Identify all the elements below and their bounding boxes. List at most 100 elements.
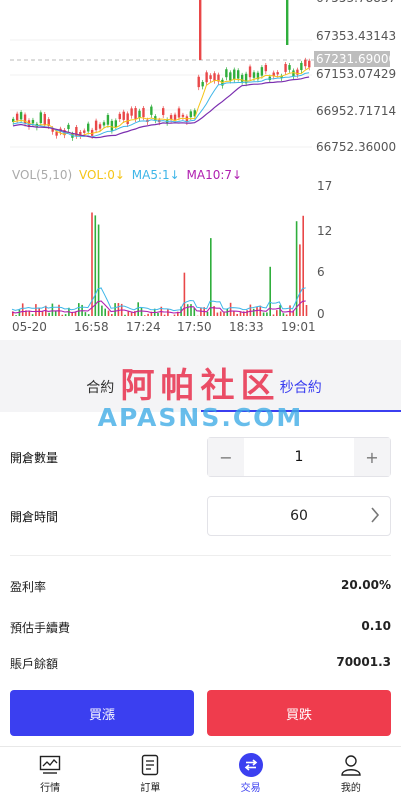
candle-body [233, 70, 235, 80]
candle-body [304, 60, 306, 66]
candle-body [107, 115, 109, 125]
candle-body [308, 61, 310, 68]
candle-body [225, 69, 227, 77]
volume-bar [78, 303, 80, 316]
candle-body [126, 113, 128, 124]
candle-body [119, 114, 121, 119]
candle-body [134, 108, 136, 119]
candle-body [182, 115, 184, 117]
quantity-value[interactable]: 1 [244, 449, 354, 465]
volume-bar [263, 312, 265, 316]
candle-body [265, 65, 267, 71]
time-label: 05-20 [12, 320, 47, 334]
volume-bar [250, 305, 252, 316]
volume-bar [35, 304, 37, 316]
candle-body [178, 108, 180, 117]
candle-body [32, 120, 34, 123]
candle-body [99, 124, 101, 128]
volume-bar [289, 305, 291, 316]
candle-body [115, 120, 117, 127]
volume-bar [246, 310, 248, 316]
candle-body [288, 65, 290, 70]
volume-bar [217, 313, 219, 316]
nav-label-profile: 我的 [341, 779, 361, 794]
candle-body [142, 108, 144, 117]
time-label-text: 開倉時間 [10, 508, 58, 525]
ma30-line [13, 77, 309, 138]
candle-body [229, 72, 231, 80]
candle-body [276, 72, 278, 74]
fee-row: 預估手續費 0.10 [10, 619, 391, 636]
time-picker[interactable]: 60 [207, 496, 391, 536]
volume-bar [230, 303, 232, 316]
candle-body [162, 108, 164, 115]
volume-bar [147, 314, 149, 316]
candle-body [253, 72, 255, 78]
volume-legend-ma5: MA5:1↓ [132, 168, 180, 182]
candle-body [123, 112, 125, 120]
candle-body [201, 82, 203, 86]
volume-bar [22, 303, 24, 316]
nav-item-profile[interactable]: 我的 [301, 747, 401, 797]
volume-bar [52, 304, 54, 316]
candle-body [286, 0, 288, 45]
volume-bar [55, 311, 57, 316]
nav-item-orders[interactable]: 訂單 [100, 747, 200, 797]
balance-label: 賬戶餘額 [10, 655, 58, 672]
time-label: 19:01 [281, 320, 316, 334]
candle-body [261, 67, 263, 75]
kline-chart[interactable]: 67553.78857 67353.43143 67231.69000 6715… [0, 0, 401, 340]
volume-bar [184, 273, 186, 316]
candle-body [95, 121, 97, 131]
minus-button[interactable]: − [208, 438, 244, 476]
buy-up-button[interactable]: 買漲 [10, 690, 194, 736]
volume-bar [128, 311, 130, 316]
contract-tabs: 合約 秒合約 [0, 362, 401, 412]
plus-button[interactable]: + [354, 438, 390, 476]
nav-label-market: 行情 [40, 779, 60, 794]
candle-body [111, 121, 113, 131]
candle-body [300, 63, 302, 70]
tab-second-contract[interactable]: 秒合約 [201, 362, 401, 412]
price-tick: 67353.43143 [316, 29, 396, 43]
candle-body [44, 114, 46, 125]
candle-body [249, 66, 251, 77]
volume-bar [118, 303, 120, 316]
volume-bar [174, 315, 176, 316]
volume-bar [32, 314, 34, 316]
divider [10, 555, 391, 556]
bottom-nav: 行情 訂單 交易 我的 [0, 746, 401, 797]
volume-tick: 6 [317, 265, 325, 279]
nav-item-trade[interactable]: 交易 [201, 747, 301, 797]
volume-tick: 12 [317, 224, 332, 238]
volume-bar [306, 305, 308, 316]
volume-bar [276, 310, 278, 316]
tab-contract[interactable]: 合約 [0, 362, 201, 412]
volume-tick: 17 [317, 179, 332, 193]
volume-bar [220, 311, 222, 316]
volume-bar [85, 312, 87, 316]
volume-bar [187, 304, 189, 316]
volume-bar [157, 313, 159, 316]
candle-body [103, 122, 105, 125]
chart-icon [39, 755, 61, 775]
volume-bar [253, 309, 255, 316]
price-tick-top-partial: 67553.78857 [316, 0, 396, 5]
volume-bar [283, 313, 285, 316]
volume-bar [210, 238, 212, 316]
buy-down-button[interactable]: 買跌 [207, 690, 391, 736]
volume-bar [299, 244, 301, 316]
nav-item-market[interactable]: 行情 [0, 747, 100, 797]
volume-bar [273, 315, 275, 316]
volume-legend: VOL(5,10) VOL:0↓ MA5:1↓ MA10:7↓ [12, 168, 242, 182]
volume-bar [108, 311, 110, 316]
candle-body [198, 77, 200, 87]
profit-rate-value: 20.00% [341, 578, 391, 595]
fee-label: 預估手續費 [10, 619, 70, 636]
volume-bar [95, 215, 97, 316]
volume-bar [38, 308, 40, 316]
candle-body [16, 114, 18, 121]
price-tick: 66952.71714 [316, 104, 396, 118]
volume-legend-ma10: MA10:7↓ [187, 168, 243, 182]
volume-bar [15, 315, 17, 316]
